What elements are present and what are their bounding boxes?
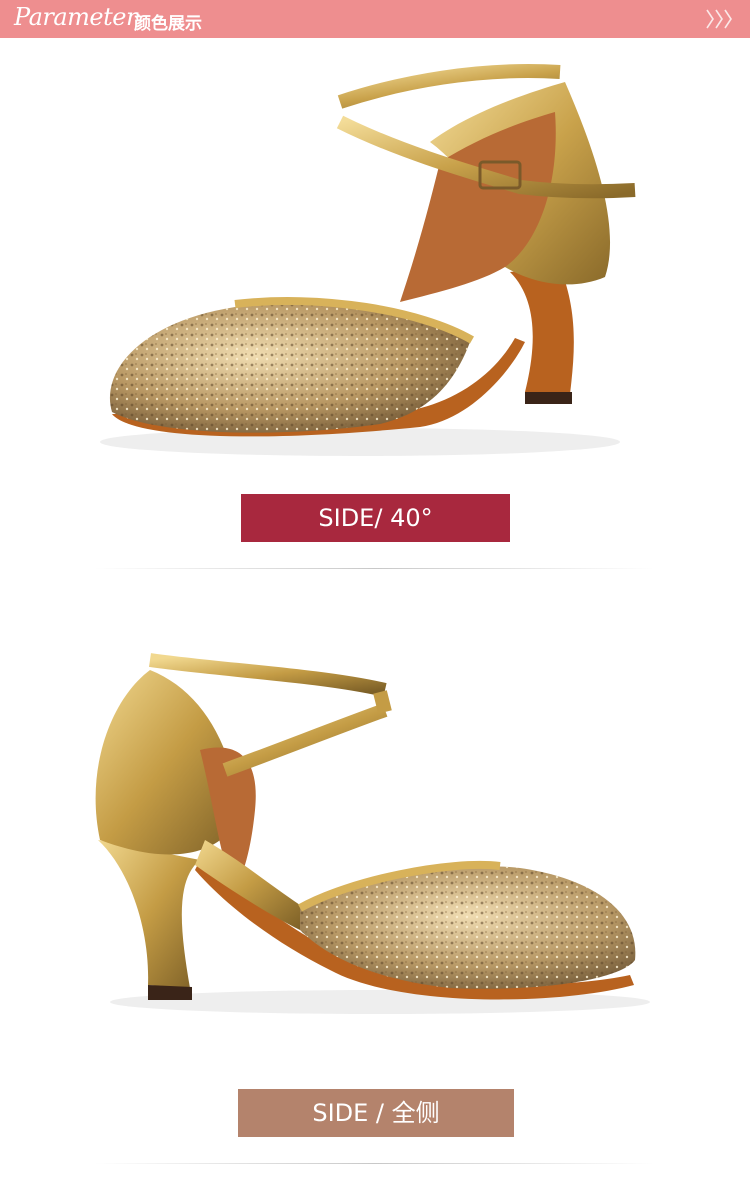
color-display-title: 颜色展示 bbox=[134, 14, 202, 34]
header-bar: Parameter 颜色展示 bbox=[0, 0, 750, 38]
shoe-image-full-side bbox=[0, 630, 750, 1030]
parameter-title: Parameter bbox=[14, 3, 137, 31]
view-label-side-40: SIDE/ 40° bbox=[241, 494, 510, 542]
chevrons-icon bbox=[704, 7, 736, 36]
view-label-full-side: SIDE / 全侧 bbox=[238, 1089, 514, 1137]
section-divider bbox=[95, 568, 655, 569]
section-divider bbox=[95, 1163, 655, 1164]
shoe-image-side-40 bbox=[0, 42, 750, 472]
